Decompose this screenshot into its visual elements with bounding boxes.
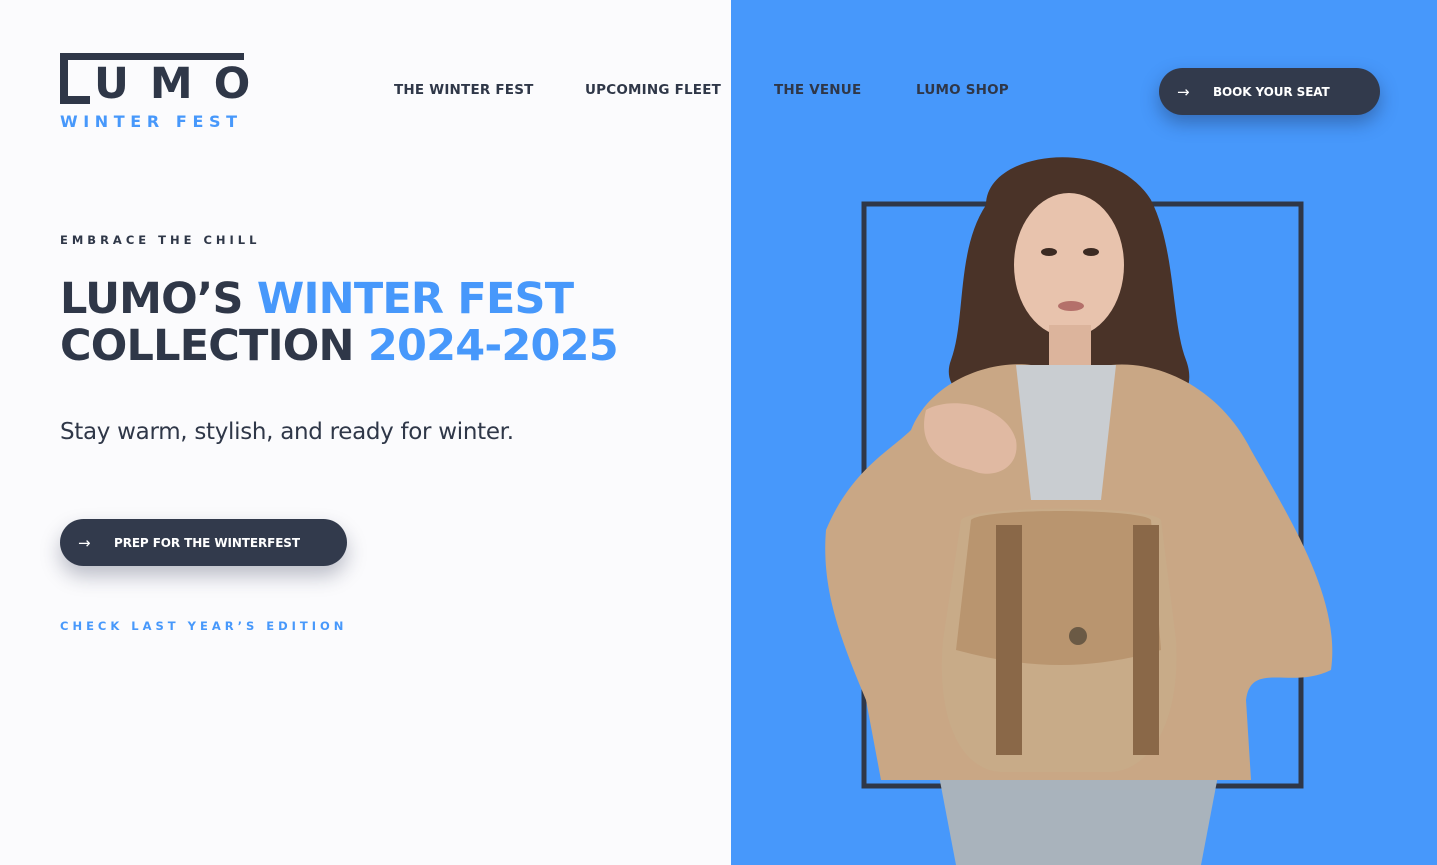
prep-winterfest-button[interactable]: → PREP FOR THE WINTERFEST (60, 519, 347, 566)
hero-model-illustration (825, 157, 1333, 865)
eye-right (1083, 248, 1099, 256)
logo-wordmark: UMO (60, 53, 272, 109)
face-shape (1014, 193, 1124, 337)
lips (1058, 301, 1084, 311)
bag-strap-left (996, 525, 1022, 755)
arrow-right-icon: → (78, 533, 91, 552)
nav-item-upcoming-fleet[interactable]: UPCOMING FLEET (585, 82, 721, 98)
cta-button-label: PREP FOR THE WINTERFEST (114, 535, 300, 550)
hero-model-photo (731, 0, 1437, 865)
hero-headline: LUMO’S WINTER FEST COLLECTION 2024-2025 (60, 276, 720, 370)
headline-line2-dark: COLLECTION (60, 321, 355, 371)
hero-eyebrow: EMBRACE THE CHILL (60, 233, 261, 247)
bag-strap-right (1133, 525, 1159, 755)
headline-line2-accent: 2024-2025 (367, 321, 619, 371)
headline-line1-accent: WINTER FEST (256, 274, 574, 324)
headline-line1-dark: LUMO’S (60, 274, 243, 324)
logo-subtitle: WINTER FEST (60, 112, 243, 131)
bag-button (1069, 627, 1087, 645)
nav-item-winter-fest[interactable]: THE WINTER FEST (394, 82, 534, 98)
logo-l-base (60, 96, 90, 104)
eye-left (1041, 248, 1057, 256)
lumo-logo[interactable]: UMO WINTER FEST (60, 53, 272, 133)
bag-flap (956, 511, 1161, 665)
hero-subline: Stay warm, stylish, and ready for winter… (60, 419, 514, 445)
logo-letters: UMO (94, 59, 272, 109)
neck-shape (1049, 325, 1091, 365)
last-year-edition-link[interactable]: CHECK LAST YEAR’S EDITION (60, 619, 347, 633)
shirt-shape (1016, 365, 1116, 500)
